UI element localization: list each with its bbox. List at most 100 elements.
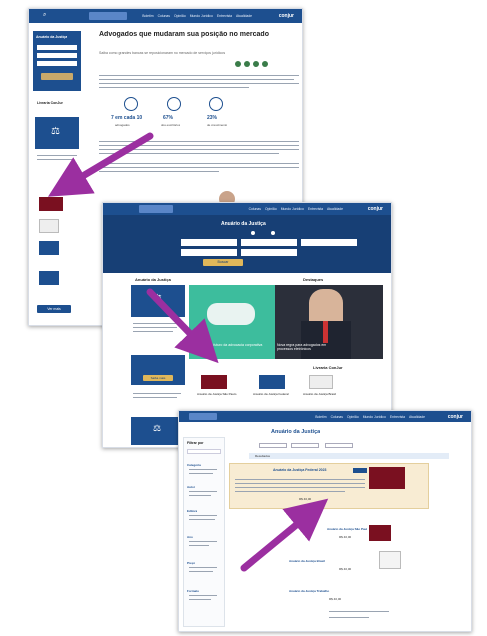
book-cover[interactable]	[309, 375, 333, 389]
filter-group[interactable]: Editora	[187, 509, 197, 513]
site-logo[interactable]: conjur	[448, 414, 463, 420]
text-line	[99, 145, 299, 147]
book-title[interactable]: Anuário da Justiça Federal	[253, 393, 293, 397]
navbar: conjur Atualidade Entrevista Mundo Juríd…	[29, 9, 302, 23]
text-line	[99, 87, 249, 89]
result-price: R$ 40,00	[339, 567, 352, 571]
radio-option[interactable]	[251, 231, 255, 235]
result-title[interactable]: Anuário da Justiça Brasil	[289, 559, 375, 563]
filter-group[interactable]: Categoria	[187, 463, 201, 467]
sort-select[interactable]	[291, 443, 319, 448]
text-line	[235, 487, 365, 489]
search-button[interactable]	[189, 413, 217, 420]
text-line	[189, 519, 215, 521]
book-cover[interactable]	[201, 375, 227, 389]
nav-link[interactable]: Boletim	[315, 415, 326, 419]
search-button[interactable]	[139, 205, 173, 213]
radio-option[interactable]	[271, 231, 275, 235]
news-caption[interactable]: Entrevista: o futuro da advocacia corpor…	[193, 343, 271, 347]
hero-input[interactable]	[241, 239, 297, 246]
text-line	[235, 491, 345, 493]
nav-link[interactable]: Entrevista	[217, 14, 232, 18]
share-icon[interactable]	[262, 61, 268, 67]
result-title[interactable]: Anuário da Justiça Federal 2023	[273, 468, 363, 472]
filter-group[interactable]: Formato	[187, 589, 199, 593]
book-thumbnail[interactable]	[39, 219, 59, 233]
navbar: conjur Atualidade Entrevista Mundo Juríd…	[179, 411, 471, 422]
book-thumbnail[interactable]	[39, 197, 63, 211]
filter-group[interactable]: Preço	[187, 561, 195, 565]
hero-input[interactable]	[181, 239, 237, 246]
search-icon[interactable]: ⌕	[43, 12, 46, 19]
site-logo[interactable]: conjur	[279, 13, 294, 19]
stat-label: dos escritórios	[161, 123, 181, 127]
result-cover[interactable]	[369, 525, 391, 541]
stat-icon	[124, 97, 138, 111]
nav-link[interactable]: Mundo Jurídico	[363, 415, 386, 419]
hero-input[interactable]	[301, 239, 357, 246]
price-tag	[353, 468, 367, 473]
sidebar-input[interactable]	[37, 45, 77, 50]
text-line	[235, 479, 365, 481]
sidebar-input[interactable]	[37, 53, 77, 58]
filter-group[interactable]: Autor	[187, 485, 195, 489]
result-title[interactable]: Anuário da Justiça Trabalho	[289, 589, 379, 593]
text-line	[99, 167, 299, 169]
nav-link[interactable]: Opinião	[347, 415, 359, 419]
nav-link[interactable]: Mundo Jurídico	[281, 207, 304, 211]
share-icon[interactable]	[244, 61, 250, 67]
text-line	[37, 159, 73, 161]
search-button[interactable]	[89, 12, 127, 20]
text-line	[329, 611, 389, 613]
nav-link[interactable]: Mundo Jurídico	[190, 14, 213, 18]
share-icon[interactable]	[253, 61, 259, 67]
text-line	[99, 153, 279, 155]
sort-select[interactable]	[325, 443, 353, 448]
book-title[interactable]: Anuário da Justiça São Paulo	[197, 393, 237, 397]
sort-select[interactable]	[259, 443, 287, 448]
nav-link[interactable]: Entrevista	[308, 207, 323, 211]
result-price: R$ 40,00	[299, 497, 312, 501]
book-cover[interactable]	[259, 375, 285, 389]
nav-link[interactable]: Atualidade	[409, 415, 425, 419]
news-caption[interactable]: Nova regra para advogados em processos e…	[277, 343, 337, 351]
book-thumbnail[interactable]	[39, 241, 59, 255]
hero-submit-button[interactable]: Buscar	[203, 259, 243, 266]
book-thumbnail[interactable]	[39, 271, 59, 285]
nav-link[interactable]: Colunas	[158, 14, 170, 18]
text-line	[133, 323, 181, 325]
text-line	[189, 473, 213, 475]
text-line	[189, 567, 217, 569]
hero-input[interactable]	[181, 249, 237, 256]
nav-link[interactable]: Atualidade	[327, 207, 343, 211]
share-icon[interactable]	[235, 61, 241, 67]
nav-link[interactable]: Opinião	[174, 14, 186, 18]
text-line	[133, 331, 173, 333]
nav-link[interactable]: Colunas	[331, 415, 343, 419]
nav-link[interactable]: Entrevista	[390, 415, 405, 419]
stat-icon	[167, 97, 181, 111]
side-banner-button[interactable]: Saiba mais	[143, 375, 173, 381]
filter-group[interactable]: Ano	[187, 535, 193, 539]
sidebar-more-button[interactable]: Ver mais	[37, 305, 71, 313]
screenshot-search-results: conjur Atualidade Entrevista Mundo Juríd…	[178, 410, 472, 632]
nav-link[interactable]: Boletim	[142, 14, 153, 18]
result-cover[interactable]	[369, 467, 405, 489]
result-price: R$ 40,00	[329, 597, 342, 601]
nav-link[interactable]: Colunas	[249, 207, 261, 211]
text-line	[189, 495, 211, 497]
book-title[interactable]: Anuário da Justiça Brasil	[303, 393, 343, 397]
nav-link[interactable]: Opinião	[265, 207, 277, 211]
site-logo[interactable]: conjur	[368, 206, 383, 212]
result-cover[interactable]	[379, 551, 401, 569]
result-title[interactable]: Anuário da Justiça São Paulo	[327, 527, 367, 531]
face-mask-graphic	[207, 303, 255, 325]
filter-input[interactable]	[187, 449, 221, 454]
hero-input[interactable]	[241, 249, 297, 256]
filter-title: Filtrar por	[187, 441, 204, 445]
sidebar-input[interactable]	[37, 61, 77, 66]
scale-icon: ⚖	[51, 126, 60, 137]
scale-icon: ⚖	[153, 293, 162, 304]
sidebar-submit-button[interactable]	[41, 73, 73, 80]
nav-link[interactable]: Atualidade	[236, 14, 252, 18]
